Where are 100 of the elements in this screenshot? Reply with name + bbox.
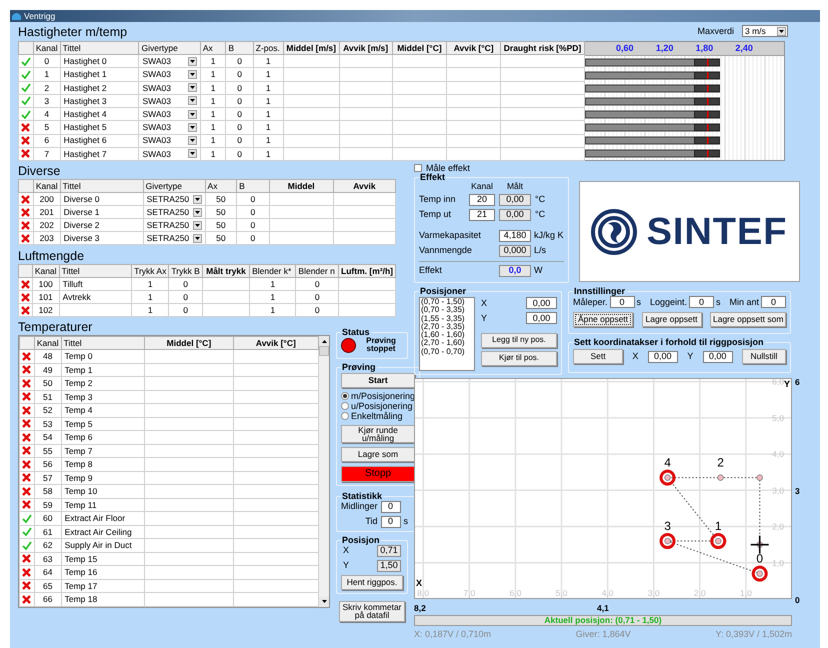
- dropdown-button[interactable]: [188, 149, 197, 158]
- input-field[interactable]: 0,00: [648, 350, 678, 362]
- label: X: [343, 546, 350, 556]
- readout-text: Y: 0,393V / 1,502m: [715, 630, 792, 639]
- scroll-down-button[interactable]: [319, 596, 329, 606]
- table-cell: 1: [210, 108, 216, 119]
- column-header: Ax: [208, 180, 218, 191]
- dropdown-button[interactable]: [188, 56, 197, 66]
- input-field[interactable]: 0: [761, 296, 786, 308]
- table-cell: 0: [250, 232, 256, 243]
- button[interactable]: Kjør til pos.: [481, 351, 557, 366]
- label: °C: [535, 210, 546, 219]
- table-cell: 3: [44, 96, 50, 106]
- input-field[interactable]: 0: [380, 500, 401, 513]
- input-field[interactable]: 0,00: [702, 350, 733, 362]
- column-header: B: [228, 42, 234, 53]
- table-cell: Supply Air in Duct: [64, 540, 132, 550]
- dropdown-button[interactable]: [188, 70, 197, 80]
- radio-button[interactable]: [341, 412, 349, 420]
- button[interactable]: Skriv kommetar på datafil: [339, 600, 405, 622]
- column-header: Ax: [202, 42, 213, 53]
- caret-icon: [194, 224, 200, 226]
- scroll-thumb[interactable]: [319, 346, 329, 356]
- input-field[interactable]: 21: [469, 208, 495, 220]
- list-item[interactable]: (1,60 - 1,60): [421, 331, 474, 340]
- input-field[interactable]: 0: [689, 296, 714, 308]
- button[interactable]: Kjør runde u/måling: [341, 424, 416, 443]
- button[interactable]: Sett: [573, 349, 623, 364]
- table-cell: 58: [42, 486, 52, 496]
- input-field[interactable]: 20: [469, 194, 495, 206]
- radio-button[interactable]: [341, 392, 349, 400]
- button[interactable]: Start: [341, 372, 416, 388]
- dropdown-button[interactable]: [188, 110, 197, 119]
- input-field[interactable]: 0,00: [526, 297, 557, 309]
- table-cell: Temp 3: [64, 392, 92, 402]
- scroll-up-button[interactable]: [319, 336, 329, 346]
- dropdown-button[interactable]: [192, 194, 202, 204]
- table-cell: 0: [237, 96, 242, 106]
- button[interactable]: Legg til ny pos.: [481, 333, 557, 348]
- column-header: Avvik [°C]: [454, 42, 494, 53]
- dropdown-button[interactable]: [192, 220, 202, 230]
- dropdown-button[interactable]: [192, 208, 202, 216]
- table-cell: 50: [216, 194, 226, 204]
- table-cell: SWA03: [142, 57, 171, 66]
- caret-icon: [190, 60, 195, 63]
- list-item[interactable]: (1,55 - 3,35): [421, 314, 474, 323]
- column-header: Avvik: [353, 180, 376, 191]
- input-field[interactable]: 0,00: [526, 312, 557, 324]
- table-cell: 1: [266, 56, 271, 66]
- table-cell: 0: [314, 292, 320, 302]
- radio-button[interactable]: [341, 402, 349, 410]
- maxverdi-dropdown[interactable]: 3 m/s: [742, 25, 788, 37]
- table-cell: Extract Air Floor: [64, 513, 126, 523]
- section-title: Luftmengde: [18, 248, 86, 262]
- stop-button[interactable]: Stopp: [341, 466, 416, 482]
- label: X: [481, 298, 488, 308]
- position-list[interactable]: (0,70 - 1,50) (0,70 - 3,35) (1,55 - 3,35) (2,70 - 3,35) (1,60 - 1,60) (2,70 - 1,60) (0,70 - 0,70): [419, 297, 475, 371]
- list-item[interactable]: (0,70 - 0,70): [421, 348, 474, 356]
- column-header: Målt: [506, 182, 524, 190]
- column-header: Tittel: [62, 180, 81, 191]
- dropdown-button[interactable]: [777, 26, 786, 36]
- column-header: Middel: [288, 180, 315, 191]
- table-cell: 63: [42, 554, 52, 564]
- dropdown-button[interactable]: [188, 136, 197, 146]
- table-cell: 50: [216, 232, 226, 243]
- label: s: [404, 517, 408, 526]
- table-cell: 1: [266, 122, 271, 132]
- dropdown-button[interactable]: [188, 83, 197, 92]
- button[interactable]: Lagre oppsett som: [710, 312, 786, 327]
- button[interactable]: Lagre som: [341, 446, 416, 462]
- scrollbar[interactable]: [319, 336, 329, 606]
- column-header: Trykk B: [171, 266, 200, 276]
- dropdown-button[interactable]: [192, 234, 202, 242]
- button[interactable]: Nullstill: [742, 349, 786, 364]
- input-field[interactable]: 4,180: [499, 230, 531, 242]
- list-item[interactable]: (0,70 - 3,35): [421, 306, 474, 315]
- ring-marker: [710, 533, 726, 550]
- checkbox[interactable]: [414, 164, 422, 172]
- button[interactable]: Åpne oppsett: [573, 312, 633, 327]
- table-cell: 1: [270, 278, 276, 289]
- table-cell: Hastighet 2: [64, 82, 107, 93]
- input-field[interactable]: 0: [380, 516, 401, 528]
- ring-marker: [660, 533, 676, 550]
- button[interactable]: Lagre oppsett: [642, 312, 702, 327]
- table-cell: Hastighet 4: [64, 108, 107, 119]
- caret-icon: [194, 210, 200, 214]
- group-title: Effekt: [419, 173, 446, 182]
- table-cell: SWA03: [142, 96, 171, 106]
- table-cell: 7: [44, 148, 50, 159]
- list-item[interactable]: (2,70 - 1,60): [421, 339, 474, 348]
- dropdown-button[interactable]: [188, 122, 197, 132]
- input-field[interactable]: 0: [610, 296, 635, 308]
- dropdown-button[interactable]: [188, 96, 197, 106]
- column-header: Tittel: [64, 338, 82, 348]
- button[interactable]: Hent riggpos.: [341, 574, 403, 590]
- list-item[interactable]: (0,70 - 1,50): [421, 298, 474, 306]
- label: Y: [687, 352, 694, 361]
- table-cell: 60: [42, 513, 52, 523]
- table-cell: Temp 4: [64, 405, 92, 415]
- list-item[interactable]: (2,70 - 3,35): [421, 322, 474, 332]
